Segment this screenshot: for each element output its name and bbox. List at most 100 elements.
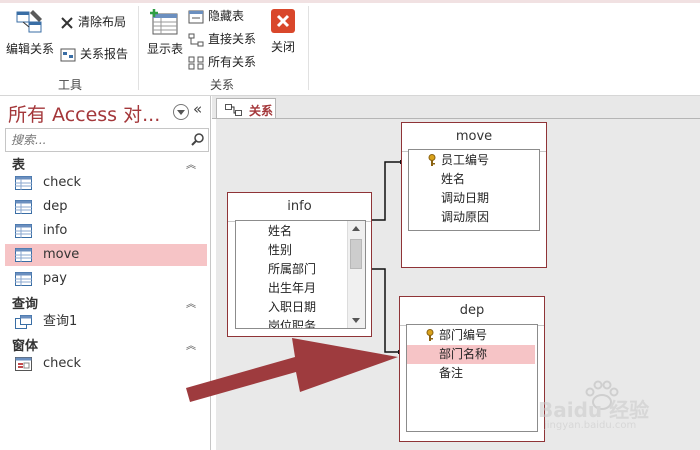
show-table-label: 显示表 (146, 42, 183, 56)
query-icon (15, 315, 32, 329)
nav-item-table[interactable]: pay (5, 268, 207, 290)
table-icon (15, 200, 32, 214)
nav-item-label: info (43, 223, 68, 238)
direct-relationships-button[interactable]: 直接关系 (188, 29, 256, 49)
table-title: dep (459, 303, 485, 318)
all-relationships-icon (188, 56, 204, 69)
chevron-down-icon[interactable] (173, 104, 189, 120)
group-separator (138, 6, 139, 90)
nav-item-table[interactable]: check (5, 172, 207, 194)
relationship-report-label: 关系报告 (80, 47, 129, 61)
edit-relationships-button[interactable]: 编辑关系 (4, 8, 56, 57)
field-item[interactable]: 姓名 (441, 170, 465, 189)
collapse-section-icon[interactable]: ︽ (186, 337, 196, 352)
tools-group-label: 工具 (57, 78, 82, 92)
section-header-tables[interactable]: 表 (12, 154, 25, 173)
relationships-group-label: 关系 (209, 78, 234, 92)
table-icon (15, 224, 32, 238)
field-name: 性别 (268, 243, 293, 257)
hide-table-icon (188, 10, 204, 23)
nav-item-query[interactable]: 查询1 (5, 311, 207, 333)
search-icon[interactable] (191, 132, 205, 146)
field-name: 部门名称 (439, 347, 488, 361)
table-title: info (287, 199, 312, 214)
scroll-up-icon[interactable] (352, 226, 360, 231)
field-item-key[interactable]: 员工编号 (428, 151, 490, 170)
report-icon (60, 48, 76, 61)
table-icon (15, 176, 32, 190)
field-item[interactable]: 调动日期 (441, 189, 489, 208)
close-label: 关闭 (270, 40, 295, 54)
close-icon (271, 9, 295, 33)
nav-item-table-selected[interactable]: move (5, 244, 207, 266)
clear-layout-label: 清除布局 (78, 15, 127, 29)
table-icon (15, 272, 32, 286)
table-icon (15, 248, 32, 262)
collapse-section-icon[interactable]: ︽ (186, 156, 196, 171)
direct-relationships-icon (188, 33, 204, 46)
field-name: 岗位职务 (268, 319, 317, 329)
section-header-forms[interactable]: 窗体 (12, 335, 38, 354)
field-name: 部门编号 (439, 328, 488, 342)
tab-label: 关系 (249, 104, 274, 118)
navigation-pane: 所有 Access 对... « 表 ︽ check dep info move… (0, 96, 211, 450)
scroll-down-icon[interactable] (352, 318, 360, 323)
field-item[interactable]: 调动原因 (441, 208, 489, 227)
hide-table-label: 隐藏表 (208, 9, 245, 23)
field-item[interactable]: 所属部门 (268, 260, 316, 279)
field-name: 入职日期 (268, 300, 317, 314)
nav-pane-title[interactable]: 所有 Access 对... (8, 100, 160, 127)
nav-item-form[interactable]: check (5, 353, 207, 375)
group-separator (308, 6, 309, 90)
nav-item-table[interactable]: dep (5, 196, 207, 218)
all-relationships-button[interactable]: 所有关系 (188, 52, 256, 72)
nav-item-label: check (43, 356, 82, 371)
nav-search-box[interactable] (5, 128, 209, 152)
close-button[interactable]: 关闭 (266, 8, 300, 55)
field-list: 部门编号 部门名称 备注 (406, 324, 538, 432)
table-window-dep[interactable]: dep 部门编号 部门名称 备注 (399, 296, 545, 442)
hide-table-button[interactable]: 隐藏表 (188, 6, 244, 26)
clear-layout-button[interactable]: 清除布局 (60, 12, 126, 32)
ribbon-accent-line (0, 0, 700, 3)
field-name: 备注 (439, 366, 464, 380)
table-window-info[interactable]: info 姓名 性别 所属部门 出生年月 入职日期 岗位职务 (227, 192, 372, 337)
watermark-brand: Baidu 经验 (538, 398, 650, 422)
nav-item-label: dep (43, 199, 68, 214)
collapse-pane-icon[interactable]: « (193, 100, 202, 118)
nav-item-table[interactable]: info (5, 220, 207, 242)
field-item[interactable]: 岗位职务 (268, 317, 317, 329)
ribbon: 编辑关系 清除布局 关系报告 工具 显示表 隐藏表 直接关系 所有关系 关闭 关… (0, 0, 700, 96)
edit-relationships-icon (16, 10, 42, 33)
field-item-selected[interactable]: 部门名称 (407, 345, 535, 364)
field-item[interactable]: 姓名 (268, 222, 292, 241)
nav-item-label: move (43, 247, 80, 262)
collapse-section-icon[interactable]: ︽ (186, 295, 196, 310)
baidu-watermark: Baidu 经验 jingyan.baidu.com (538, 378, 698, 448)
relationships-tab-icon (225, 104, 242, 116)
field-item[interactable]: 性别 (268, 241, 292, 260)
form-icon (15, 357, 32, 371)
table-window-move[interactable]: move 员工编号 姓名 调动日期 调动原因 (401, 122, 547, 268)
field-item[interactable]: 出生年月 (268, 279, 316, 298)
field-item[interactable]: 入职日期 (268, 298, 316, 317)
field-list: 员工编号 姓名 调动日期 调动原因 (408, 149, 540, 231)
nav-item-label: 查询1 (43, 314, 78, 329)
nav-search-input[interactable] (9, 130, 188, 150)
primary-key-icon (426, 329, 434, 341)
show-table-button[interactable]: 显示表 (144, 8, 186, 57)
field-name: 调动日期 (441, 191, 490, 205)
tab-relationships[interactable]: 关系 (216, 98, 276, 119)
field-name: 姓名 (268, 224, 293, 238)
field-name: 调动原因 (441, 210, 490, 224)
nav-item-label: pay (43, 271, 67, 286)
field-name: 员工编号 (441, 153, 490, 167)
field-item[interactable]: 备注 (407, 364, 535, 383)
field-list-scrollbar[interactable] (347, 221, 365, 328)
relationship-report-button[interactable]: 关系报告 (60, 44, 128, 64)
field-name: 姓名 (441, 172, 466, 186)
section-header-queries[interactable]: 查询 (12, 293, 38, 312)
scroll-thumb[interactable] (350, 239, 362, 269)
field-name: 出生年月 (268, 281, 317, 295)
field-item-key[interactable]: 部门编号 (407, 326, 535, 345)
